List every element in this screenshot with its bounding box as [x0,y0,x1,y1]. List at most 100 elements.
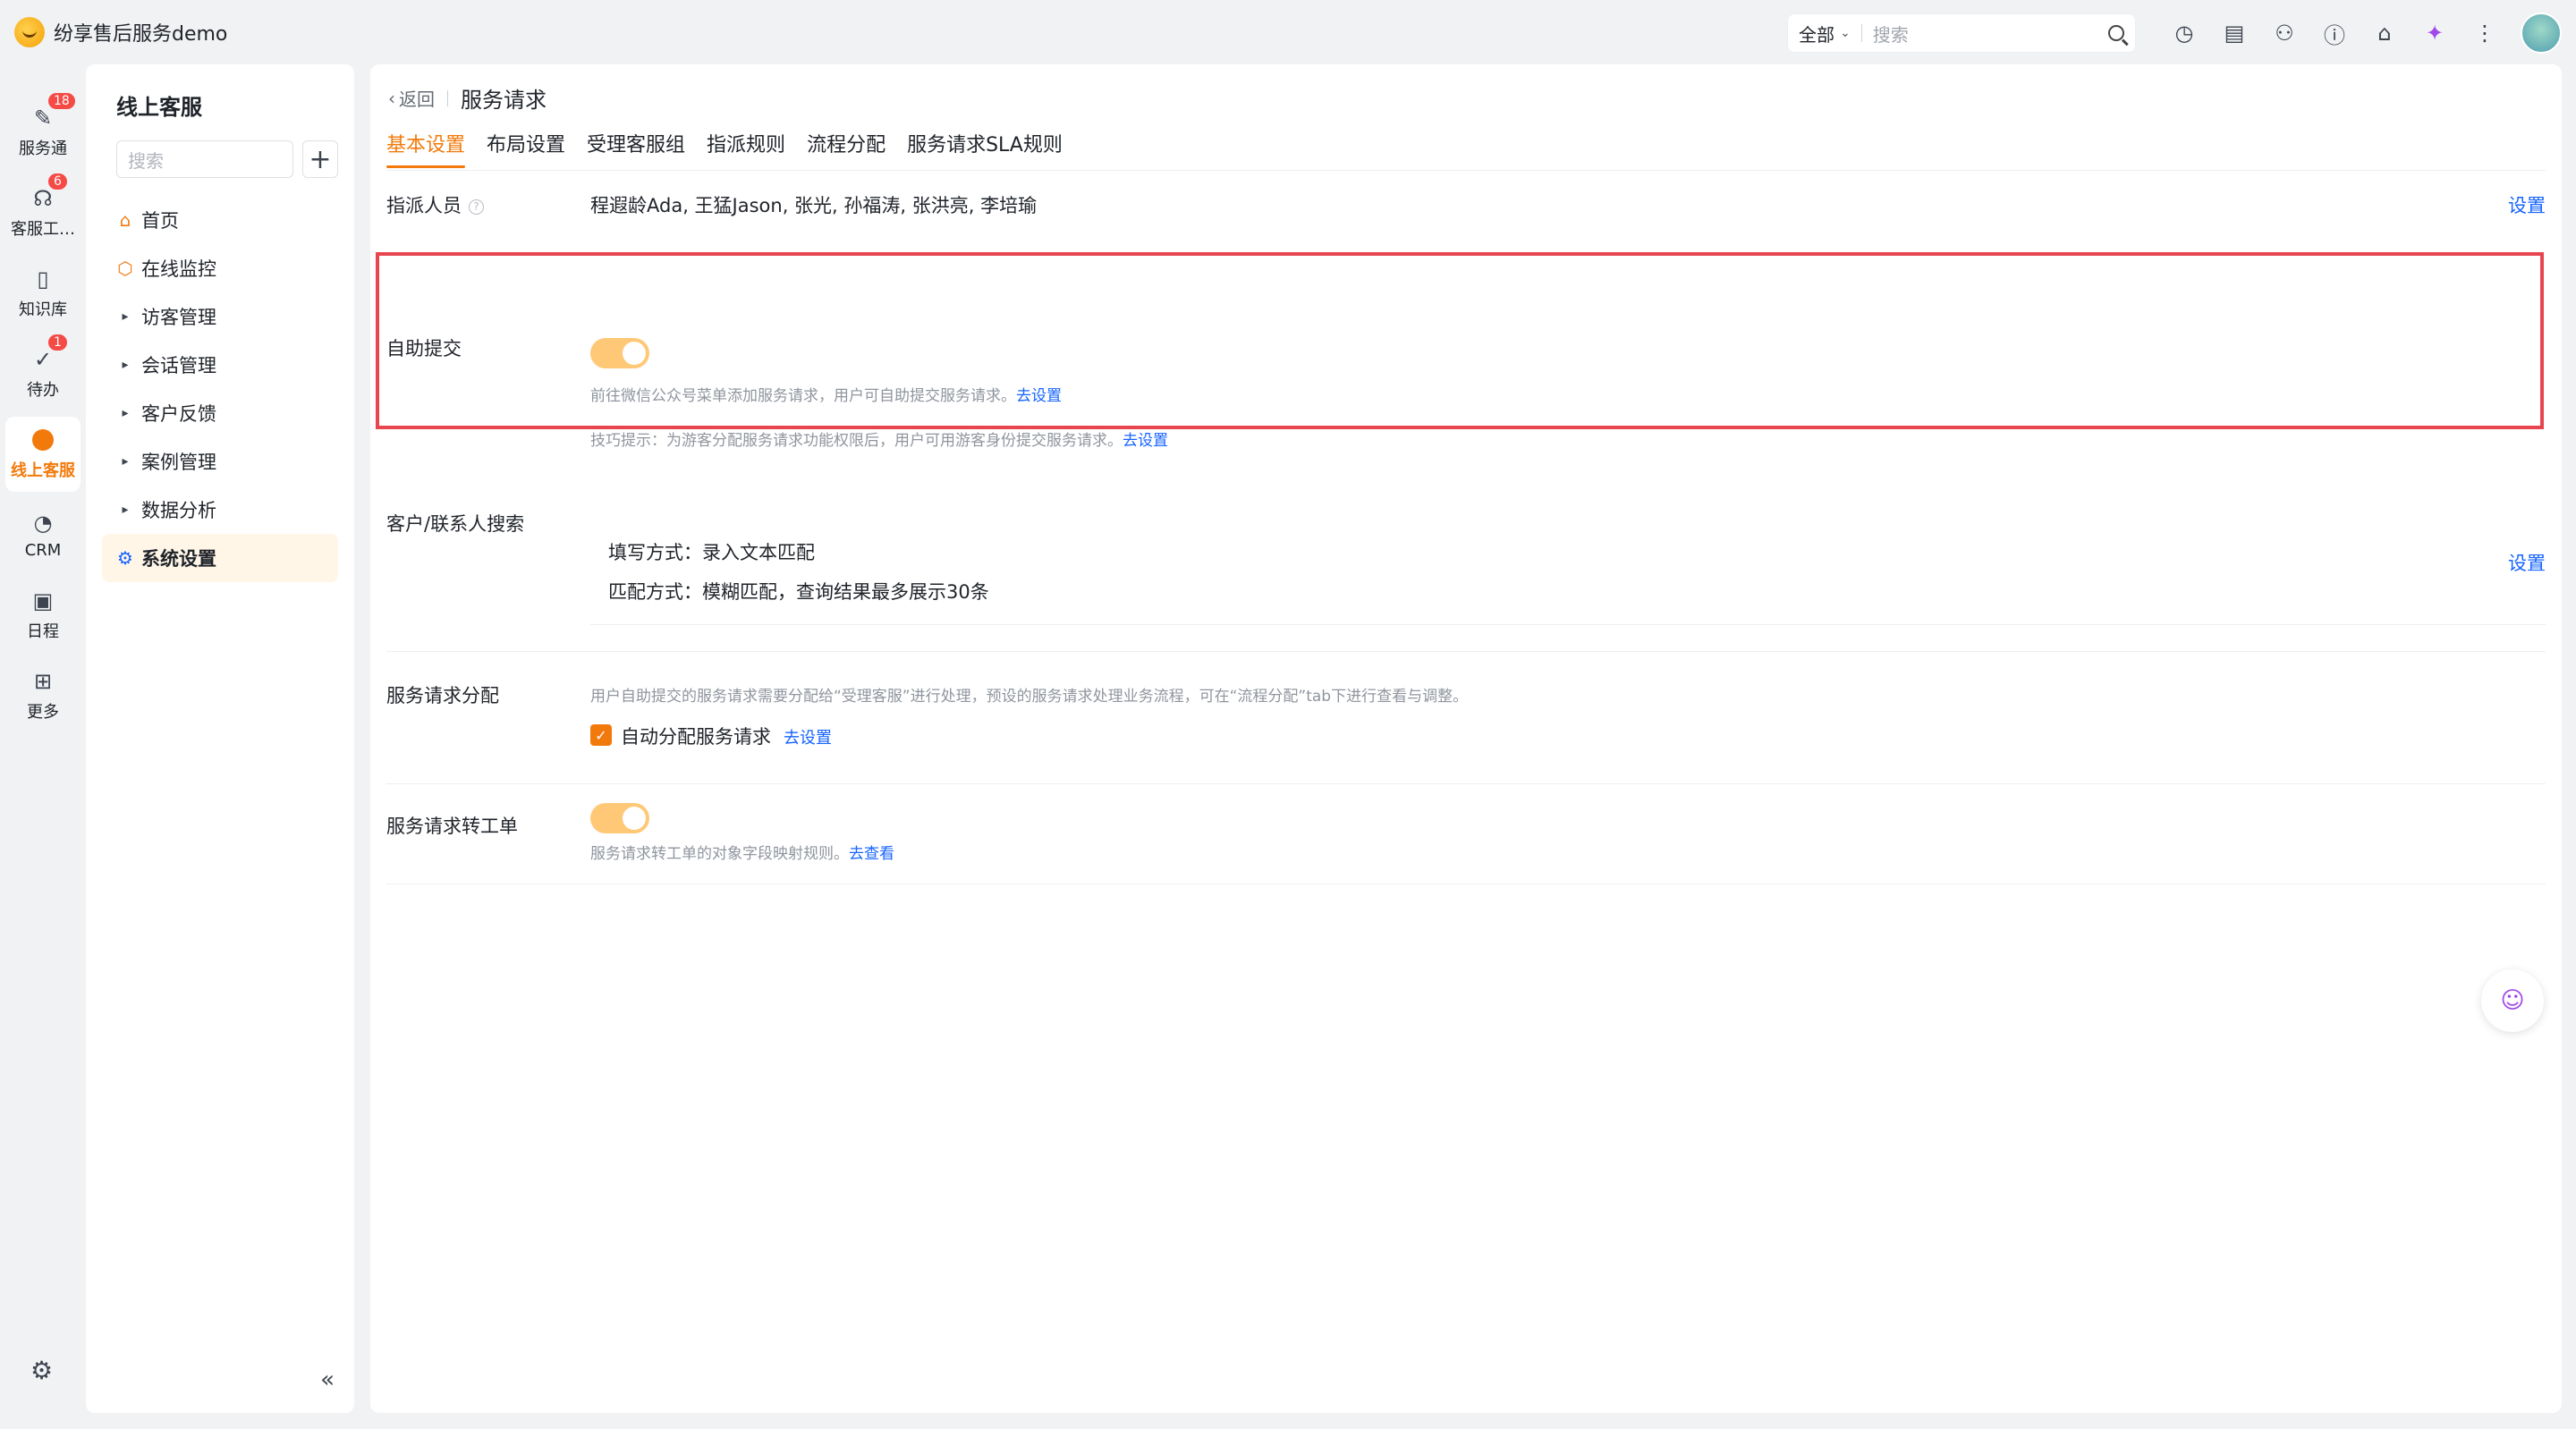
tab-bar: 基本设置 布局设置 受理客服组 指派规则 流程分配 服务请求SLA规则 [386,129,1084,168]
nav-item-sessions[interactable]: ▸ 会话管理 [102,341,338,389]
clock-icon[interactable]: ◷ [2171,20,2198,47]
settings-icon: ⚙ [117,547,133,569]
top-bar: 纷享售后服务demo 全部 ⌄ 搜索 ◷ ▤ ⚇ ⓘ ⌂ ✦ ⋮ [0,0,2576,64]
to-ticket-toggle[interactable] [590,803,649,833]
caret-right-icon: ▸ [122,406,129,420]
nav-item-label: 数据分析 [141,500,216,521]
tab-basic-settings[interactable]: 基本设置 [386,129,466,168]
app-logo-icon [14,17,45,47]
more-icon[interactable]: ⋮ [2471,20,2498,47]
help-icon[interactable]: ⓘ [2321,20,2348,48]
inbox-icon[interactable]: ▤ [2221,20,2248,47]
customer-search-label: 客户/联系人搜索 [386,513,525,535]
rail-item-label: 日程 [27,622,59,641]
fill-method: 填写方式：录入文本匹配 [608,542,815,563]
customer-search-row: 客户/联系人搜索 填写方式：录入文本匹配 匹配方式：模糊匹配，查询结果最多展示3… [386,438,2546,653]
assignee-settings-link[interactable]: 设置 [2508,191,2546,218]
nav-search-row: 搜索 + [116,140,338,178]
search-scope-select[interactable]: 全部 ⌄ [1799,21,1851,47]
assignee-row: 指派人员? 程遐龄Ada, 王猛Jason, 张光, 孙福涛, 张洪亮, 李培瑜… [386,170,2546,238]
tab-layout-settings[interactable]: 布局设置 [487,129,565,168]
rail-badge: 1 [47,333,69,352]
user-avatar[interactable] [2521,13,2562,54]
nav-item-analytics[interactable]: ▸ 数据分析 [102,486,338,534]
rail-item-more[interactable]: ⊞ 更多 [5,658,80,733]
rail-item-agent-workbench[interactable]: ☊ 6 客服工… [5,172,80,250]
caret-right-icon: ▸ [122,454,129,469]
go-view-link[interactable]: 去查看 [849,845,894,863]
assignee-value: 程遐龄Ada, 王猛Jason, 张光, 孙福涛, 张洪亮, 李培瑜 [590,195,1038,216]
auto-distribute-row: 自动分配服务请求 去设置 [621,723,832,749]
nav-item-monitor[interactable]: ⬡ 在线监控 [102,244,338,292]
nav-title: 线上客服 [116,95,202,120]
top-right-tools: 全部 ⌄ 搜索 ◷ ▤ ⚇ ⓘ ⌂ ✦ ⋮ [1787,13,2562,54]
highlight-annotation-box [376,252,2544,429]
rail-item-label: 线上客服 [11,461,75,480]
rail-item-label: 服务通 [19,140,67,158]
contacts-icon[interactable]: ⚇ [2271,20,2298,47]
nav-item-cases[interactable]: ▸ 案例管理 [102,437,338,486]
nav-item-home[interactable]: ⌂ 首页 [102,196,338,244]
bag-icon[interactable]: ⌂ [2371,20,2398,47]
rail-badge: 18 [47,91,77,111]
to-ticket-row: 服务请求转工单 服务请求转工单的对象字段映射规则。去查看 [386,785,2546,892]
checkbox-label: 自动分配服务请求 [621,726,771,748]
nav-item-label: 在线监控 [141,258,216,280]
match-method: 匹配方式：模糊匹配，查询结果最多展示30条 [608,581,989,603]
rail-item-service[interactable]: ✎ 18 服务通 [5,91,80,170]
secondary-nav: 线上客服 搜索 + ⌂ 首页 ⬡ 在线监控 ▸ 访客管理 ▸ 会话管理 ▸ 客户反馈 ▸ 案… [86,64,354,1413]
nav-list: ⌂ 首页 ⬡ 在线监控 ▸ 访客管理 ▸ 会话管理 ▸ 客户反馈 ▸ 案例管理 ▸ 数据分析 … [102,196,338,582]
nav-item-label: 访客管理 [141,307,216,328]
home-icon: ⌂ [119,209,131,231]
back-link[interactable]: ‹ 返回 [388,85,435,111]
ai-assistant-icon[interactable]: ☺ [2481,969,2544,1032]
customer-search-settings-link[interactable]: 设置 [2508,549,2546,576]
hint-text: 服务请求转工单的对象字段映射规则。 [590,845,849,863]
nav-item-label: 系统设置 [141,548,216,570]
collapse-sidebar-icon[interactable]: « [320,1366,335,1393]
help-circle-icon[interactable]: ? [469,199,484,215]
divider [590,624,2546,625]
page-title: 服务请求 [461,88,547,113]
nav-item-visitors[interactable]: ▸ 访客管理 [102,292,338,341]
nav-search-input[interactable]: 搜索 [116,140,293,178]
tab-agent-groups[interactable]: 受理客服组 [587,129,685,168]
rail-item-online-service[interactable]: 线上客服 [5,417,80,492]
breadcrumb: ‹ 返回 服务请求 [388,82,547,114]
go-settings-link[interactable]: 去设置 [784,729,832,748]
add-button[interactable]: + [301,140,338,178]
rail-item-knowledge[interactable]: ▯ 知识库 [5,256,80,331]
rail-item-label: 待办 [27,381,59,400]
back-label: 返回 [399,89,435,110]
tab-flow-distribution[interactable]: 流程分配 [807,129,886,168]
crm-icon: ◔ [33,510,53,536]
tab-assignment-rules[interactable]: 指派规则 [707,129,785,168]
distribution-label: 服务请求分配 [386,685,499,706]
rail-item-label: CRM [24,540,62,560]
distribution-hint: 用户自助提交的服务请求需要分配给“受理客服”进行处理，预设的服务请求处理业务流程… [590,688,1469,706]
auto-distribute-checkbox[interactable]: ✓ [590,724,612,746]
to-ticket-hint: 服务请求转工单的对象字段映射规则。去查看 [590,841,894,863]
rail-item-todo[interactable]: ✓ 1 待办 [5,333,80,411]
nav-item-feedback[interactable]: ▸ 客户反馈 [102,389,338,437]
chevron-down-icon: ⌄ [1840,26,1851,40]
settings-gear-icon[interactable]: ⚙ [30,1356,53,1385]
headset-icon: ☊ 6 [30,172,69,211]
global-search[interactable]: 全部 ⌄ 搜索 [1787,13,2136,53]
divider [386,783,2546,784]
mic-icon[interactable]: ✦ [2421,20,2448,47]
search-input[interactable]: 搜索 [1873,21,2108,47]
todo-icon: ✓ 1 [30,333,69,372]
tab-sla-rules[interactable]: 服务请求SLA规则 [907,129,1063,168]
rail-item-calendar[interactable]: ▣ 日程 [5,578,80,653]
search-icon[interactable] [2108,25,2124,41]
distribution-row: 服务请求分配 用户自助提交的服务请求需要分配给“受理客服”进行处理，预设的服务请… [386,651,2546,785]
caret-right-icon: ▸ [122,309,129,324]
monitor-icon: ⬡ [117,258,133,279]
divider [386,170,2546,171]
nav-item-label: 案例管理 [141,452,216,473]
nav-item-system-settings[interactable]: ⚙ 系统设置 [102,534,338,582]
rail-item-crm[interactable]: ◔ CRM [5,497,80,572]
nav-item-label: 会话管理 [141,355,216,376]
service-icon: ✎ 18 [30,91,77,131]
